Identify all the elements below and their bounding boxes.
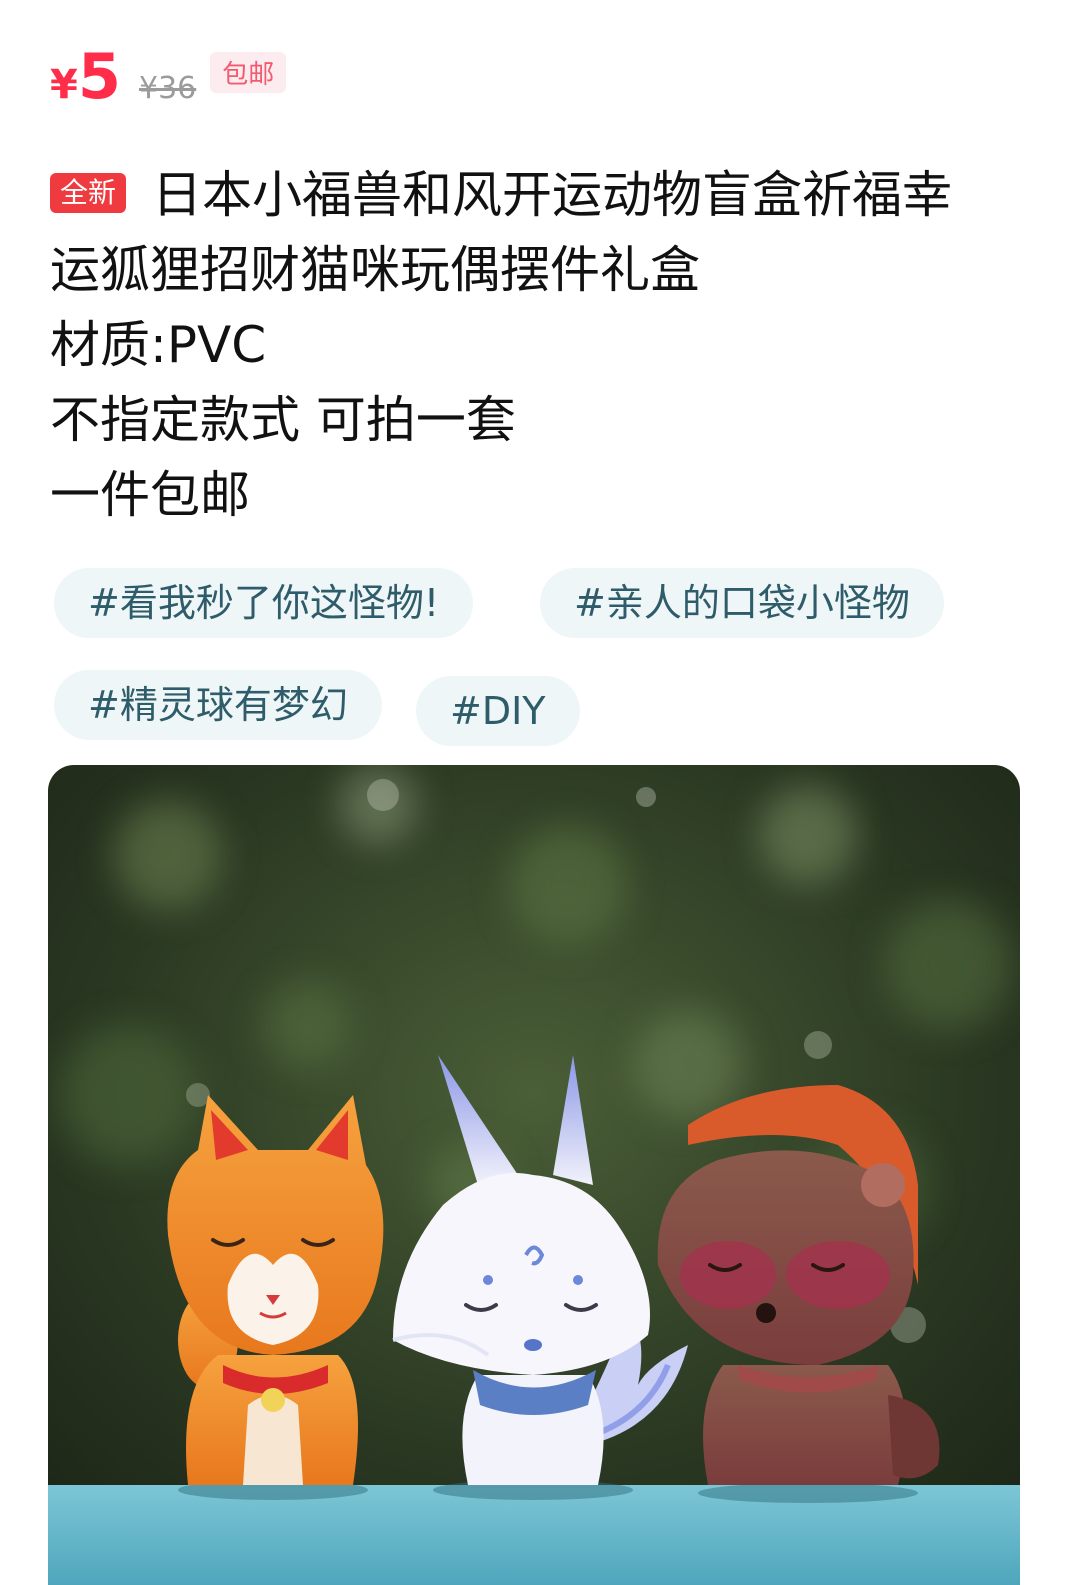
material-line: 材质:PVC	[50, 316, 267, 374]
original-price: ¥36	[138, 71, 197, 106]
free-shipping-tag: 包邮	[210, 52, 287, 93]
topic-tag[interactable]: #DIY	[416, 676, 580, 746]
style-note-line: 不指定款式 可拍一套	[50, 391, 516, 449]
topic-tag[interactable]: #看我秒了你这怪物!	[54, 568, 474, 638]
condition-badge: 全新	[50, 172, 127, 213]
product-photo-figurines	[48, 765, 1020, 1585]
listing-description: 全新 日本小福兽和风开运动物盲盒祈福幸 运狐狸招财猫咪玩偶摆件礼盒 材质:PVC …	[50, 158, 1030, 533]
topic-tag[interactable]: #亲人的口袋小怪物	[540, 568, 944, 638]
price-row: ¥5 ¥36 包邮	[50, 40, 287, 113]
currency-symbol: ¥	[50, 62, 78, 108]
current-price: ¥5	[50, 40, 121, 113]
product-photo[interactable]	[48, 765, 1020, 1585]
topic-tag[interactable]: #精灵球有梦幻	[54, 670, 382, 740]
cat-figurine	[167, 1095, 384, 1500]
shipping-note-line: 一件包邮	[50, 466, 250, 524]
title-text-1: 日本小福兽和风开运动物盲盒祈福幸	[152, 166, 953, 224]
title-line-2: 运狐狸招财猫咪玩偶摆件礼盒	[50, 241, 700, 299]
title-line-1: 全新 日本小福兽和风开运动物盲盒祈福幸	[50, 158, 1030, 233]
price-value: 5	[77, 40, 121, 113]
